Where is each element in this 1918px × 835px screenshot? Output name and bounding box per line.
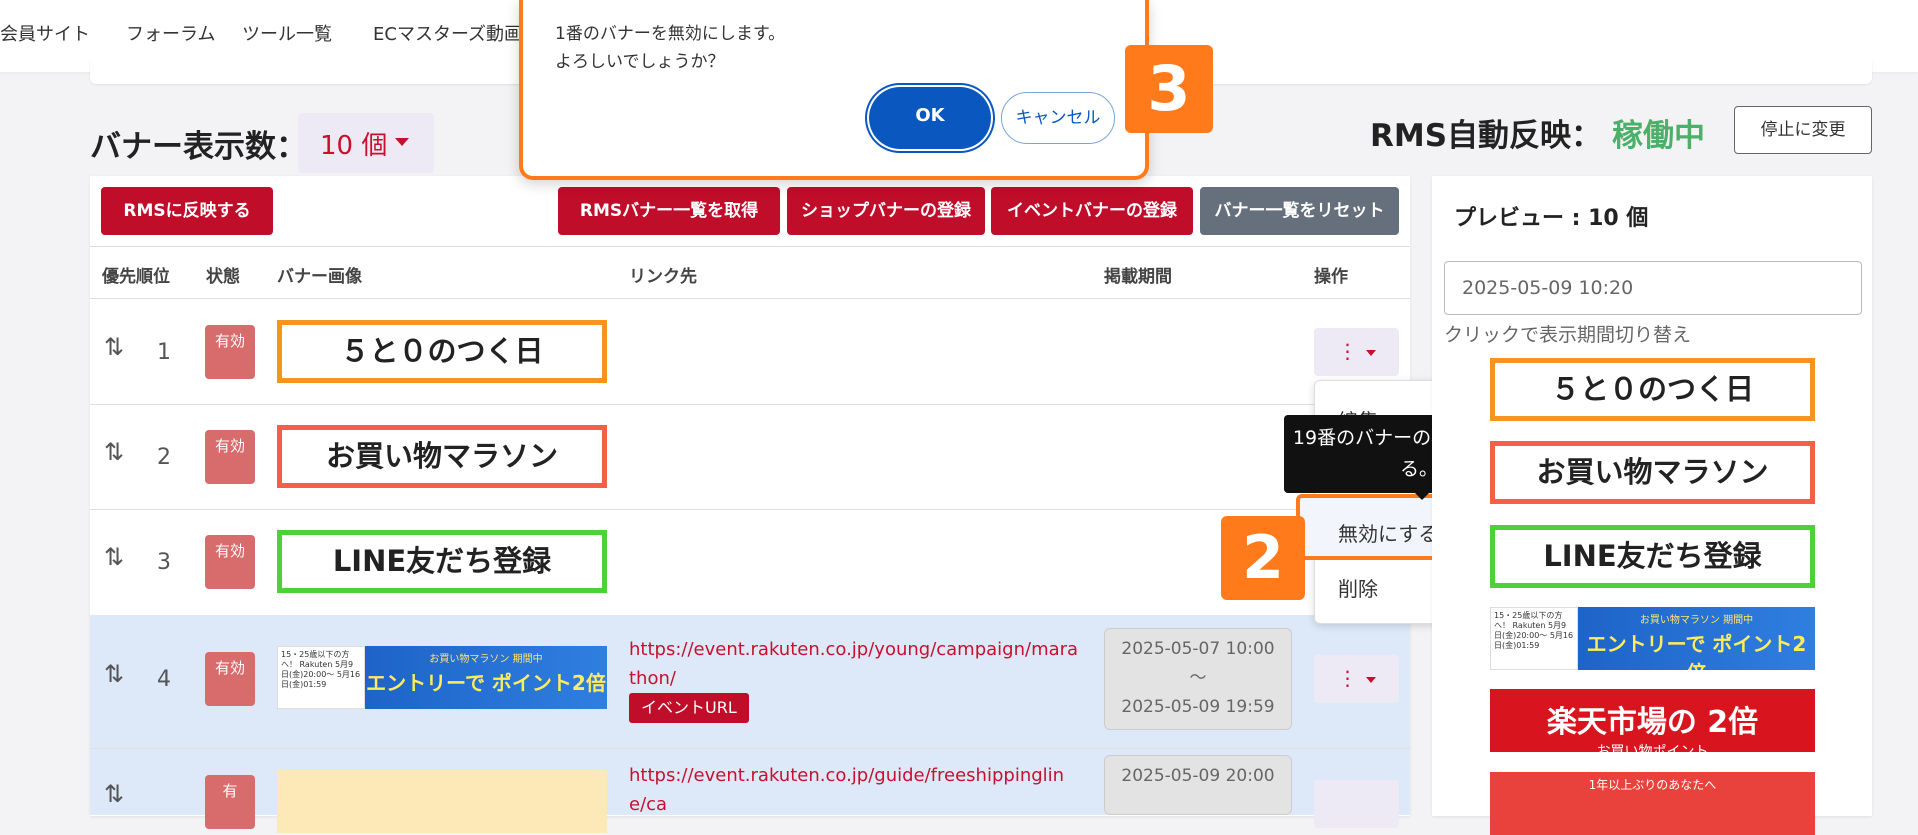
dialog-message-line1: 1番のバナーを無効にします。 xyxy=(555,24,786,44)
divider xyxy=(90,404,1410,405)
header-banner-image: バナー画像 xyxy=(277,267,362,287)
priority-number: 3 xyxy=(157,550,171,575)
banner-link[interactable]: https://event.rakuten.co.jp/guide/freesh… xyxy=(629,761,1079,819)
menu-item-disable[interactable]: 無効にする xyxy=(1338,518,1438,547)
banner-count-value[interactable]: 10 個 xyxy=(320,125,387,162)
preview-banner: ５と０のつく日 xyxy=(1490,358,1815,421)
row-actions-button[interactable]: ⋮ xyxy=(1314,328,1399,376)
banner-count-label: バナー表示数： xyxy=(90,129,307,165)
rms-auto-status: 稼働中 xyxy=(1612,118,1705,154)
banner-image-left: 15・25歳以下の方へ！ Rakuten 5月9日(金)20:00〜 5月16日… xyxy=(277,646,365,709)
event-url-badge: イベントURL xyxy=(629,693,749,723)
period-box: 2025-05-09 20:00 xyxy=(1104,755,1292,815)
preview-title: プレビュー : 10 個 xyxy=(1454,206,1649,231)
register-event-banner-button[interactable]: イベントバナーの登録 xyxy=(991,187,1193,235)
step-3-marker: 3 xyxy=(1125,45,1213,133)
sort-handle-icon[interactable]: ⇅ xyxy=(104,333,124,361)
register-shop-banner-button[interactable]: ショップバナーの登録 xyxy=(787,187,985,235)
preview-banner: 楽天市場の 2倍 お買い物ポイント xyxy=(1490,689,1815,752)
reset-banner-list-button[interactable]: バナー一覧をリセット xyxy=(1200,187,1399,235)
priority-number: 4 xyxy=(157,667,171,692)
divider xyxy=(90,298,1410,299)
status-badge: 有効 xyxy=(205,652,255,706)
rms-auto-label: RMS自動反映： xyxy=(1370,118,1603,154)
banner-image-right: お買い物マラソン 期間中 エントリーで ポイント2倍 xyxy=(365,646,607,709)
preview-hint: クリックで表示期間切り替え xyxy=(1444,324,1692,346)
priority-number: 1 xyxy=(157,340,171,365)
divider xyxy=(90,748,1410,749)
sort-handle-icon[interactable]: ⇅ xyxy=(104,543,124,571)
step-2-marker: 2 xyxy=(1221,516,1305,600)
header-priority: 優先順位 xyxy=(102,267,170,287)
sort-handle-icon[interactable]: ⇅ xyxy=(104,780,124,808)
preview-banner: LINE友だち登録 xyxy=(1490,525,1815,588)
banner-image: お買い物マラソン xyxy=(277,425,607,488)
preview-banner: 1年以上ぶりのあなたへ xyxy=(1490,772,1815,835)
menu-item-delete[interactable]: 削除 xyxy=(1338,573,1378,602)
preview-banner: 15・25歳以下の方へ！ Rakuten 5月9日(金)20:00〜 5月16日… xyxy=(1490,607,1815,670)
status-badge: 有効 xyxy=(205,325,255,379)
preview-banner-right: お買い物マラソン 期間中 エントリーで ポイント2倍 xyxy=(1578,607,1815,670)
nav-forum[interactable]: フォーラム xyxy=(126,20,215,46)
header-status: 状態 xyxy=(206,267,240,287)
preview-banner-left: 15・25歳以下の方へ！ Rakuten 5月9日(金)20:00〜 5月16日… xyxy=(1490,607,1578,670)
header-period: 掲載期間 xyxy=(1104,267,1172,287)
status-badge: 有 xyxy=(205,775,255,829)
cancel-button[interactable]: キャンセル xyxy=(1001,92,1115,144)
header-link: リンク先 xyxy=(629,267,697,287)
nav-member-site[interactable]: 会員サイト xyxy=(0,20,90,46)
sort-handle-icon[interactable]: ⇅ xyxy=(104,660,124,688)
row-actions-button[interactable]: ⋮ xyxy=(1314,655,1399,703)
chevron-down-icon[interactable] xyxy=(395,138,409,146)
nav-tools[interactable]: ツール一覧 xyxy=(242,20,332,46)
preview-date-input[interactable]: 2025-05-09 10:20 xyxy=(1444,261,1862,315)
ok-button[interactable]: OK xyxy=(872,90,988,146)
stop-button[interactable]: 停止に変更 xyxy=(1734,106,1872,154)
status-badge: 有効 xyxy=(205,430,255,484)
divider xyxy=(90,246,1410,247)
get-rms-banners-button[interactable]: RMSバナー一覧を取得 xyxy=(558,187,780,235)
status-badge: 有効 xyxy=(205,535,255,589)
reflect-rms-button[interactable]: RMSに反映する xyxy=(101,187,273,235)
sort-handle-icon[interactable]: ⇅ xyxy=(104,438,124,466)
banner-link[interactable]: https://event.rakuten.co.jp/young/campai… xyxy=(629,635,1079,693)
tooltip-arrow xyxy=(1415,493,1429,500)
period-box: 2025-05-07 10:00 〜 2025-05-09 19:59 xyxy=(1104,628,1292,730)
banner-image: ５と０のつく日 xyxy=(277,320,607,383)
banner-image xyxy=(277,770,607,833)
chevron-down-icon xyxy=(1365,349,1376,356)
dialog-message-line2: よろしいでしょうか？ xyxy=(555,52,725,72)
divider xyxy=(90,509,1410,510)
preview-banner: お買い物マラソン xyxy=(1490,441,1815,504)
banner-image: 15・25歳以下の方へ！ Rakuten 5月9日(金)20:00〜 5月16日… xyxy=(277,646,607,709)
nav-ec-masters-video[interactable]: ECマスターズ動画 xyxy=(373,20,522,46)
banner-image: LINE友だち登録 xyxy=(277,530,607,593)
chevron-down-icon xyxy=(1365,676,1376,683)
priority-number: 2 xyxy=(157,445,171,470)
row-actions-button[interactable] xyxy=(1314,780,1399,828)
header-actions: 操作 xyxy=(1314,267,1348,287)
